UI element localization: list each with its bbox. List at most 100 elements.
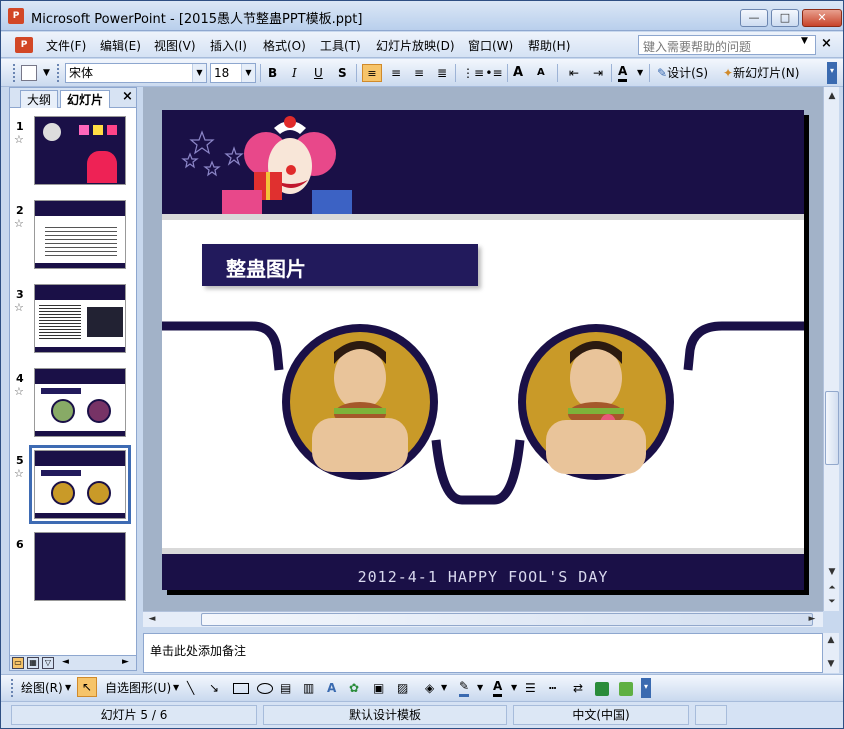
new-file-icon[interactable] xyxy=(21,65,37,81)
current-slide[interactable]: 整蛊图片 2012-4-1 HAPPY FOOL'S DAY xyxy=(162,110,804,590)
text-color-icon[interactable]: A xyxy=(493,679,503,697)
justify-icon[interactable]: ≣ xyxy=(433,64,451,82)
italic-button[interactable]: I xyxy=(292,64,297,82)
menu-help[interactable]: 帮助(H) xyxy=(528,37,570,54)
arrow-tool-icon[interactable]: ↘ xyxy=(209,679,219,697)
autoshapes-button[interactable]: 自选图形(U) xyxy=(105,679,171,697)
fill-color-icon[interactable]: ◈ xyxy=(425,679,434,697)
chevron-down-icon[interactable]: ▼ xyxy=(511,679,517,697)
design-button[interactable]: ✎设计(S) xyxy=(657,64,708,82)
menu-slideshow[interactable]: 幻灯片放映(D) xyxy=(376,37,455,54)
rectangle-tool-icon[interactable] xyxy=(233,683,249,694)
menu-format[interactable]: 格式(O) xyxy=(263,37,306,54)
chevron-down-icon[interactable]: ▼ xyxy=(241,64,255,82)
minimize-button[interactable]: — xyxy=(740,9,768,27)
slide-thumbnail-4[interactable] xyxy=(34,368,126,437)
menu-edit[interactable]: 编辑(E) xyxy=(100,37,141,54)
scroll-right-icon[interactable]: ► xyxy=(122,657,129,667)
slide-thumbnail-1[interactable] xyxy=(34,116,126,185)
menu-insert[interactable]: 插入(I) xyxy=(210,37,247,54)
new-slide-button[interactable]: ✦新幻灯片(N) xyxy=(723,64,799,82)
font-name-select[interactable]: 宋体 ▼ xyxy=(65,63,207,83)
line-color-icon[interactable]: ✎ xyxy=(459,679,470,697)
arrow-style-icon[interactable]: ⇄ xyxy=(573,679,583,697)
font-size-select[interactable]: 18 ▼ xyxy=(210,63,256,83)
3d-style-icon[interactable] xyxy=(619,682,633,696)
chevron-down-icon[interactable]: ▼ xyxy=(441,679,447,697)
bullet-list-icon[interactable]: •≡ xyxy=(485,64,503,82)
shadow-style-icon[interactable] xyxy=(595,682,609,696)
menu-file[interactable]: 文件(F) xyxy=(46,37,86,54)
menu-view[interactable]: 视图(V) xyxy=(154,37,196,54)
close-document-button[interactable]: × xyxy=(821,36,832,51)
chevron-down-icon[interactable]: ▼ xyxy=(801,36,808,46)
vertical-textbox-icon[interactable]: ▥ xyxy=(303,679,314,697)
scroll-left-icon[interactable]: ◄ xyxy=(145,612,159,626)
align-right-icon[interactable]: ≡ xyxy=(410,64,428,82)
align-left-icon[interactable]: ≡ xyxy=(362,64,382,82)
help-search-input[interactable]: 键入需要帮助的问题 xyxy=(638,35,816,55)
scroll-thumb[interactable] xyxy=(201,613,813,626)
shadow-button[interactable]: S xyxy=(338,64,347,82)
next-slide-icon[interactable]: ⏷ xyxy=(825,595,839,609)
textbox-tool-icon[interactable]: ▤ xyxy=(280,679,291,697)
line-style-icon[interactable]: ☰ xyxy=(525,679,536,697)
toolbar-grip[interactable] xyxy=(57,64,60,82)
scroll-up-icon[interactable]: ▲ xyxy=(824,633,838,647)
close-button[interactable]: ✕ xyxy=(802,9,842,27)
menu-window[interactable]: 窗口(W) xyxy=(468,37,513,54)
chevron-down-icon[interactable]: ▼ xyxy=(192,64,206,82)
notes-scrollbar[interactable]: ▲ ▼ xyxy=(823,633,839,673)
close-pane-button[interactable]: × xyxy=(122,89,133,104)
tab-slides[interactable]: 幻灯片 xyxy=(60,90,111,108)
document-icon[interactable]: P xyxy=(15,37,33,53)
decrease-indent-icon[interactable]: ⇤ xyxy=(565,64,583,82)
chevron-down-icon[interactable]: ▼ xyxy=(173,679,179,697)
font-color-button[interactable]: A xyxy=(618,64,628,82)
toolbar-options-icon[interactable]: ▾ xyxy=(827,62,837,84)
increase-indent-icon[interactable]: ⇥ xyxy=(589,64,607,82)
oval-tool-icon[interactable] xyxy=(257,683,273,694)
dash-style-icon[interactable]: ┅ xyxy=(549,679,556,697)
slide-thumbnail-2[interactable] xyxy=(34,200,126,269)
menu-tools[interactable]: 工具(T) xyxy=(320,37,361,54)
notes-pane[interactable]: 单击此处添加备注 xyxy=(143,633,823,673)
slide-thumbnail-3[interactable] xyxy=(34,284,126,353)
shrink-font-button[interactable]: A xyxy=(537,64,545,82)
scroll-down-icon[interactable]: ▼ xyxy=(825,565,839,579)
scroll-thumb[interactable] xyxy=(825,391,839,465)
scroll-left-icon[interactable]: ◄ xyxy=(62,657,69,667)
clipart-icon[interactable]: ▣ xyxy=(373,679,384,697)
slide-thumbnail-5[interactable] xyxy=(29,445,131,524)
diagram-icon[interactable]: ✿ xyxy=(349,679,359,697)
grow-font-button[interactable]: A xyxy=(513,64,523,82)
slide-title-box[interactable]: 整蛊图片 xyxy=(202,244,478,286)
wordart-icon[interactable]: A xyxy=(327,679,336,697)
slideshow-icon[interactable]: ▽ xyxy=(42,657,54,669)
select-pointer-icon[interactable]: ↖ xyxy=(77,677,97,697)
align-center-icon[interactable]: ≡ xyxy=(387,64,405,82)
chevron-down-icon[interactable]: ▼ xyxy=(65,679,71,697)
toolbar-grip[interactable] xyxy=(13,64,16,82)
vertical-scrollbar[interactable]: ▲ ▼ ⏶ ⏷ xyxy=(823,87,839,611)
toolbar-grip[interactable] xyxy=(11,679,14,697)
scroll-right-icon[interactable]: ► xyxy=(805,612,819,626)
previous-slide-icon[interactable]: ⏶ xyxy=(825,581,839,595)
slide-thumbnail-6[interactable] xyxy=(34,532,126,601)
draw-menu-button[interactable]: 绘图(R) xyxy=(21,679,63,697)
tab-outline[interactable]: 大纲 xyxy=(20,90,59,108)
line-tool-icon[interactable]: ╲ xyxy=(187,679,194,697)
picture-icon[interactable]: ▨ xyxy=(397,679,408,697)
underline-button[interactable]: U xyxy=(314,64,323,82)
slide-sorter-icon[interactable]: ▦ xyxy=(27,657,39,669)
toolbar-options-icon[interactable]: ▾ xyxy=(641,678,651,698)
scroll-down-icon[interactable]: ▼ xyxy=(824,657,838,671)
chevron-down-icon[interactable]: ▼ xyxy=(477,679,483,697)
powerpoint-app-icon[interactable]: P xyxy=(8,8,24,24)
normal-view-icon[interactable]: ▭ xyxy=(12,657,24,669)
horizontal-scrollbar[interactable]: ◄ ► xyxy=(143,611,823,627)
numbered-list-icon[interactable]: ⋮≡ xyxy=(462,64,484,82)
scroll-up-icon[interactable]: ▲ xyxy=(825,89,839,103)
maximize-button[interactable]: □ xyxy=(771,9,799,27)
chevron-down-icon[interactable]: ▼ xyxy=(43,64,50,82)
